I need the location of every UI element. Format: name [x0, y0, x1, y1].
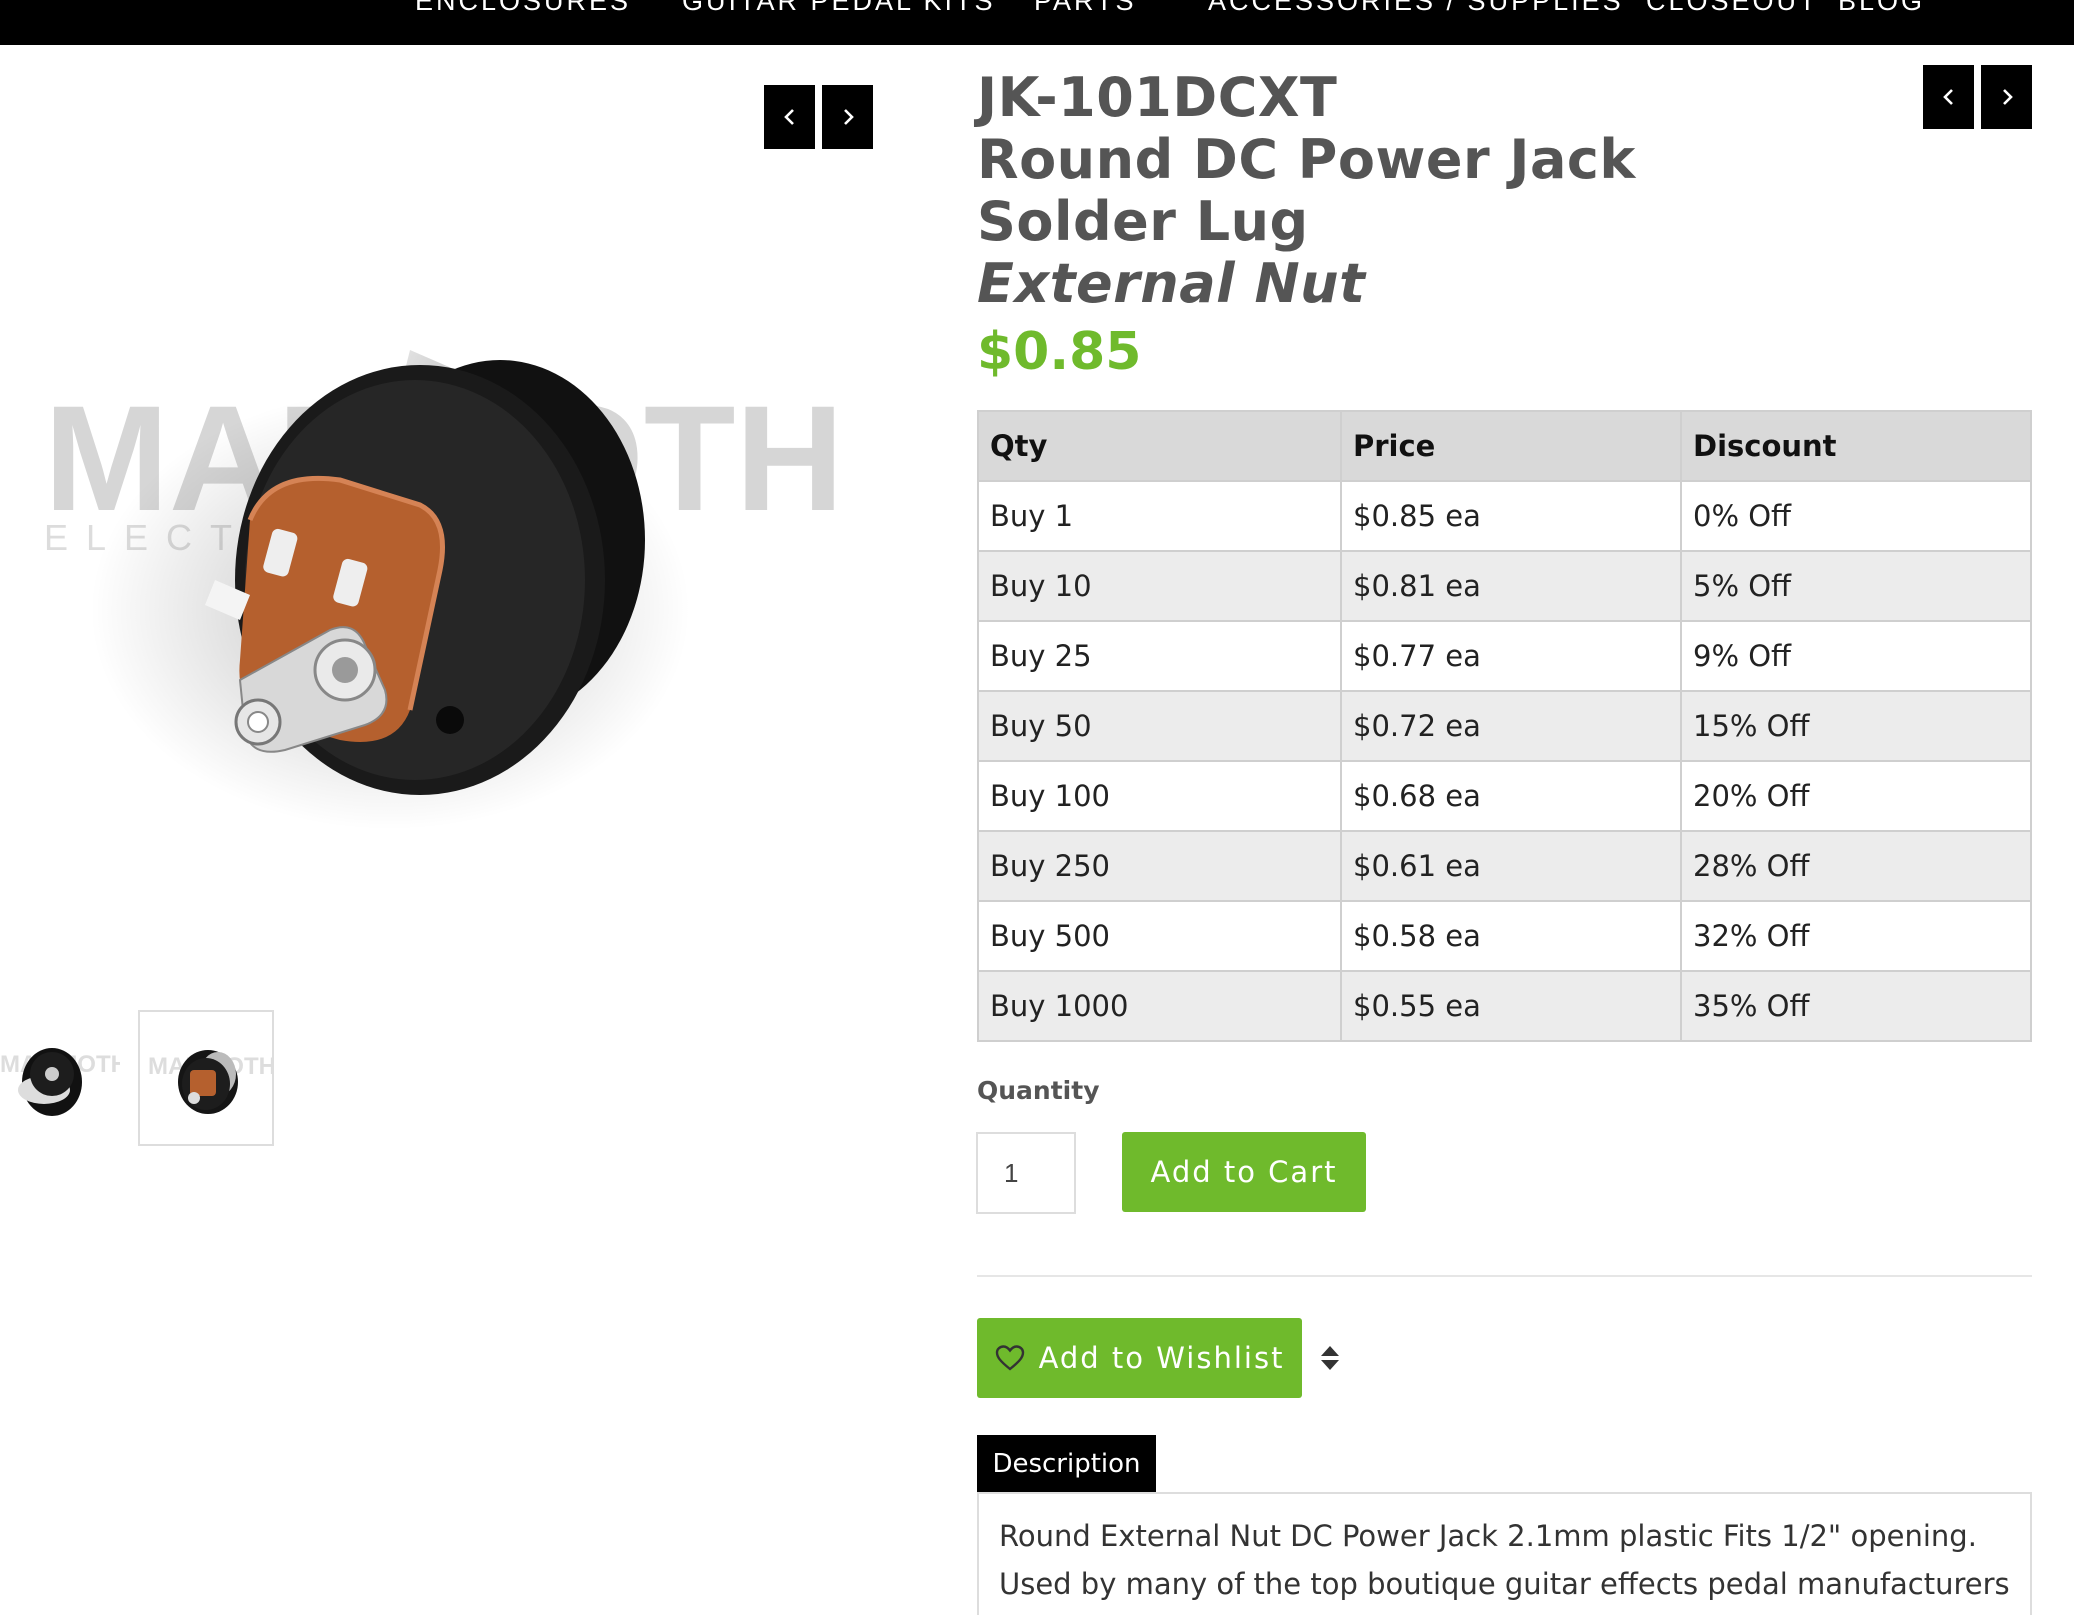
discount-cell: 28% Off	[1680, 830, 2032, 902]
table-row: Buy 50 $0.72 ea 15% Off	[977, 690, 2032, 762]
discount-cell: 35% Off	[1680, 970, 2032, 1042]
price-cell: $0.58 ea	[1340, 900, 1682, 972]
price-cell: $0.77 ea	[1340, 620, 1682, 692]
table-row: Buy 100 $0.68 ea 20% Off	[977, 760, 2032, 832]
add-to-wishlist-button[interactable]: Add to Wishlist	[977, 1318, 1302, 1398]
product-name-line2: Solder Lug	[977, 190, 1309, 253]
qty-cell: Buy 10	[977, 550, 1342, 622]
nav-item-enclosures[interactable]: ENCLOSURES	[415, 0, 631, 17]
column-header-discount: Discount	[1680, 410, 2032, 482]
discount-cell: 9% Off	[1680, 620, 2032, 692]
nav-item-closeout[interactable]: CLOSEOUT	[1646, 0, 1819, 17]
discount-cell: 0% Off	[1680, 480, 2032, 552]
chevron-right-icon	[843, 109, 854, 125]
top-nav: ENCLOSURES GUITAR PEDAL KITS PARTS ACCES…	[0, 0, 2074, 45]
price-cell: $0.85 ea	[1340, 480, 1682, 552]
discount-cell: 20% Off	[1680, 760, 2032, 832]
column-header-qty: Qty	[977, 410, 1342, 482]
product-prev-button[interactable]	[1923, 65, 1974, 129]
column-header-price: Price	[1340, 410, 1682, 482]
product-price: $0.85	[977, 322, 1142, 382]
thumbnail-1[interactable]: MAMMOTH	[0, 1012, 120, 1146]
qty-cell: Buy 100	[977, 760, 1342, 832]
nav-item-parts[interactable]: PARTS	[1034, 0, 1137, 17]
gallery-prev-button[interactable]	[764, 85, 815, 149]
chevron-right-icon	[2002, 89, 2013, 105]
product-name-line3: External Nut	[977, 252, 1366, 315]
chevron-left-icon	[783, 109, 794, 125]
quantity-input[interactable]	[976, 1132, 1076, 1214]
product-name-line1: Round DC Power Jack	[977, 128, 1636, 191]
table-row: Buy 10 $0.81 ea 5% Off	[977, 550, 2032, 622]
qty-cell: Buy 25	[977, 620, 1342, 692]
qty-cell: Buy 50	[977, 690, 1342, 762]
table-row: Buy 25 $0.77 ea 9% Off	[977, 620, 2032, 692]
quantity-label: Quantity	[977, 1076, 1100, 1105]
sort-icon[interactable]	[1318, 1343, 1342, 1373]
price-cell: $0.81 ea	[1340, 550, 1682, 622]
qty-cell: Buy 250	[977, 830, 1342, 902]
nav-item-guitar-pedal-kits[interactable]: GUITAR PEDAL KITS	[682, 0, 996, 17]
volume-pricing-table: Qty Price Discount Buy 1 $0.85 ea 0% Off…	[977, 410, 2032, 1042]
price-cell: $0.68 ea	[1340, 760, 1682, 832]
divider	[977, 1275, 2032, 1277]
table-row: Buy 1000 $0.55 ea 35% Off	[977, 970, 2032, 1042]
nav-item-accessories[interactable]: ACCESSORIES / SUPPLIES	[1208, 0, 1624, 17]
qty-cell: Buy 500	[977, 900, 1342, 972]
add-to-wishlist-label: Add to Wishlist	[1038, 1341, 1285, 1375]
product-sku: JK-101DCXT	[977, 66, 1338, 129]
table-header-row: Qty Price Discount	[977, 410, 2032, 482]
description-text: Round External Nut DC Power Jack 2.1mm p…	[999, 1519, 2010, 1601]
qty-cell: Buy 1	[977, 480, 1342, 552]
table-row: Buy 500 $0.58 ea 32% Off	[977, 900, 2032, 972]
add-to-cart-button[interactable]: Add to Cart	[1122, 1132, 1366, 1212]
nav-item-blog[interactable]: BLOG	[1838, 0, 1925, 17]
heart-icon	[995, 1345, 1024, 1371]
price-cell: $0.55 ea	[1340, 970, 1682, 1042]
discount-cell: 15% Off	[1680, 690, 2032, 762]
price-cell: $0.61 ea	[1340, 830, 1682, 902]
table-row: Buy 1 $0.85 ea 0% Off	[977, 480, 2032, 552]
product-next-button[interactable]	[1981, 65, 2032, 129]
product-image[interactable]: MAMMOTH ELECTRONICS	[0, 150, 900, 950]
discount-cell: 32% Off	[1680, 900, 2032, 972]
price-cell: $0.72 ea	[1340, 690, 1682, 762]
description-panel: Round External Nut DC Power Jack 2.1mm p…	[977, 1492, 2032, 1615]
chevron-left-icon	[1942, 89, 1953, 105]
table-row: Buy 250 $0.61 ea 28% Off	[977, 830, 2032, 902]
qty-cell: Buy 1000	[977, 970, 1342, 1042]
tab-description[interactable]: Description	[977, 1435, 1156, 1493]
gallery-next-button[interactable]	[822, 85, 873, 149]
thumbnail-2[interactable]: MAMMOTH	[138, 1010, 274, 1146]
discount-cell: 5% Off	[1680, 550, 2032, 622]
